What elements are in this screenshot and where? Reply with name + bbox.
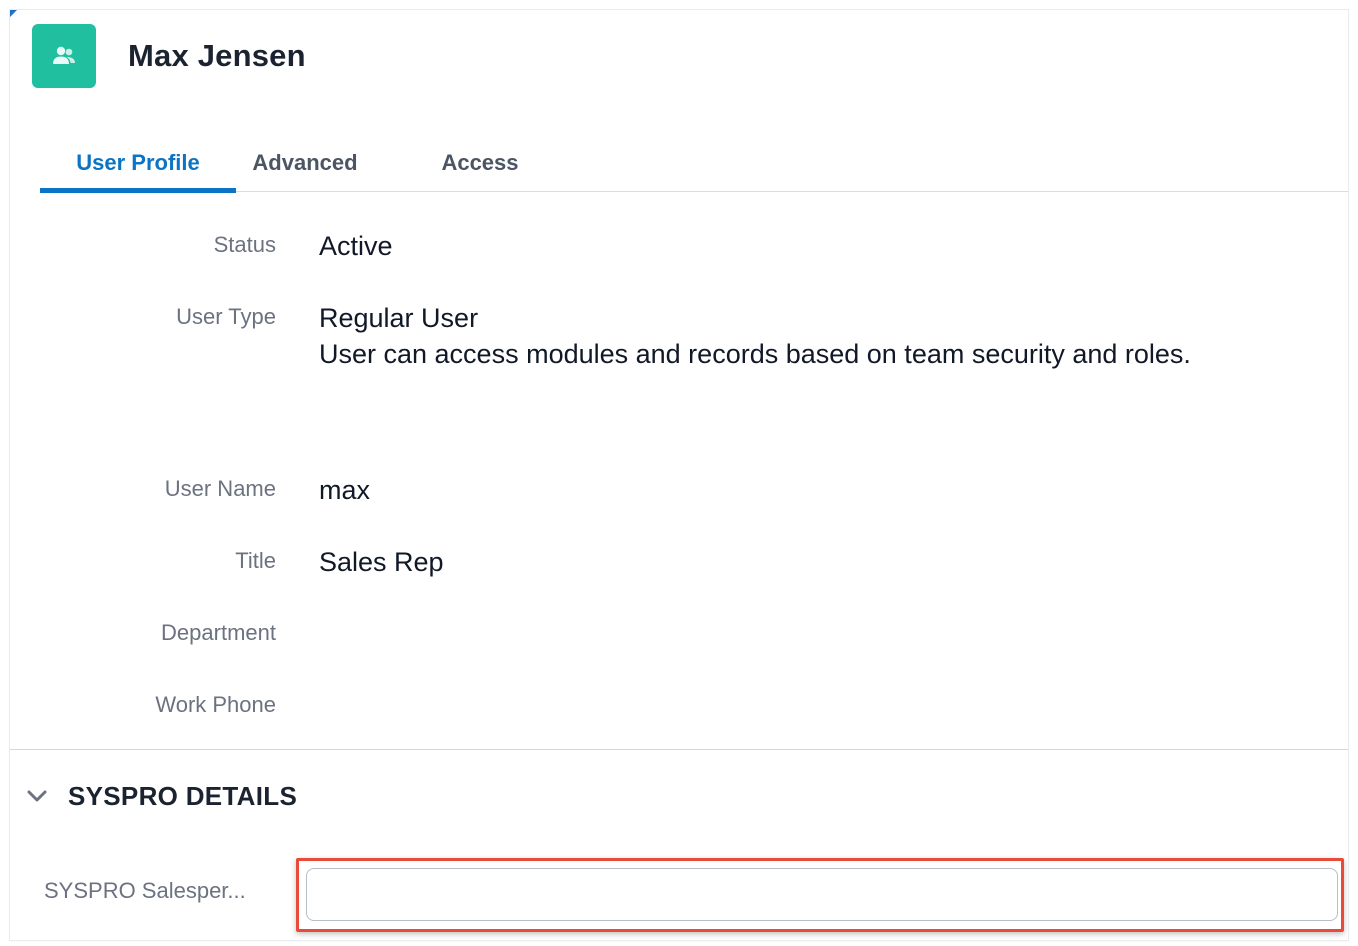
field-value: Active xyxy=(319,231,393,261)
section-divider xyxy=(10,749,1348,750)
section-toggle[interactable]: SYSPRO DETAILS xyxy=(26,780,297,812)
syspro-salesperson-input[interactable] xyxy=(306,868,1338,921)
section-title: SYSPRO DETAILS xyxy=(68,780,298,811)
field-label: SYSPRO Salesper... xyxy=(44,878,246,903)
tab-access[interactable]: Access xyxy=(424,134,536,192)
users-icon xyxy=(53,46,75,64)
record-view: Max Jensen User Profile Advanced Access … xyxy=(10,10,1348,940)
page-title: Max Jensen xyxy=(128,38,306,73)
field-description: User can access modules and records base… xyxy=(319,339,1191,369)
field-label: User Name xyxy=(164,476,276,501)
highlight-box xyxy=(296,858,1344,932)
tab-bar: User Profile Advanced Access xyxy=(40,134,1348,193)
field-label: Department xyxy=(161,620,276,645)
field-label: Status xyxy=(213,232,276,257)
chevron-down-icon[interactable] xyxy=(26,789,48,803)
field-value: Regular User xyxy=(319,303,479,333)
tab-advanced[interactable]: Advanced xyxy=(240,134,370,192)
field-value: max xyxy=(319,475,371,505)
avatar xyxy=(32,24,96,88)
record-header: Max Jensen xyxy=(32,24,306,88)
tab-user-profile[interactable]: User Profile xyxy=(40,134,236,193)
field-value: Sales Rep xyxy=(319,547,444,577)
field-label: Title xyxy=(235,548,276,573)
corner-marker xyxy=(10,10,17,17)
field-label: Work Phone xyxy=(155,692,276,717)
field-label: User Type xyxy=(176,304,276,329)
